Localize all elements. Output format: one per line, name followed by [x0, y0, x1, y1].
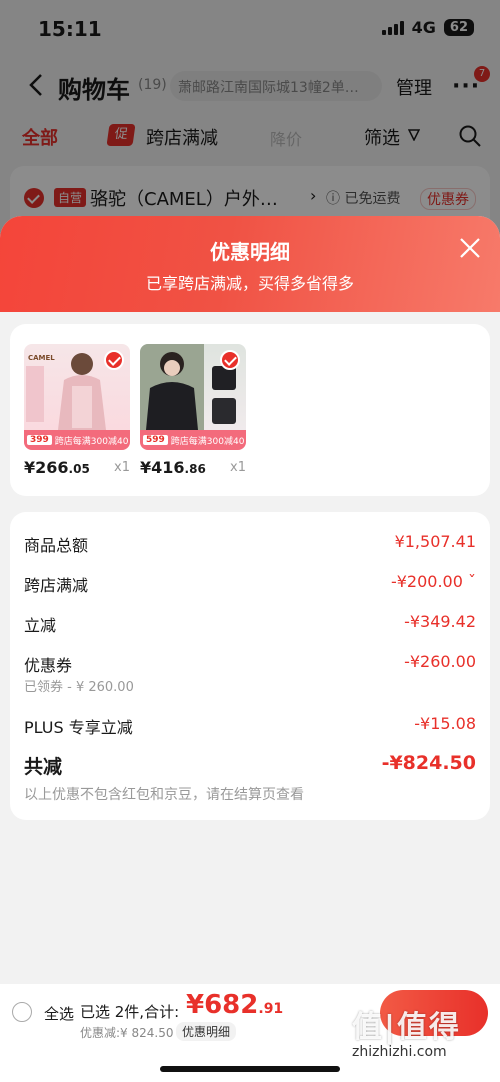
row-subtext: 已领券 - ¥ 260.00 [24, 680, 134, 695]
goods-card: CAMEL 399 跨店每满300减40 ¥266.05 x1 599 跨店每满30… [10, 324, 490, 496]
product-quantity: x1 [114, 460, 130, 475]
select-all-label[interactable]: 全选 [44, 1003, 74, 1024]
product-checkbox[interactable] [104, 350, 124, 370]
discount-detail-sheet: 优惠明细 已享跨店满减，买得多省得多 CAMEL 399 跨店每满300减40 ¥… [0, 216, 500, 984]
total-decimal: .91 [258, 1001, 284, 1017]
close-icon[interactable] [458, 236, 482, 260]
row-label: 共减 [24, 756, 63, 778]
row-value: -¥15.08 [414, 714, 476, 733]
row-label: PLUS 专享立减 [24, 718, 133, 737]
sheet-title: 优惠明细 [210, 240, 290, 264]
promo-text: 跨店每满300减40 [170, 436, 245, 447]
row-label: 跨店满减 [24, 576, 89, 595]
row-value: -¥200.00 ˇ [390, 572, 476, 591]
discount-note: 以上优惠不包含红包和京豆，请在结算页查看 [24, 787, 304, 803]
row-label: 优惠券 [24, 656, 73, 675]
product-checkbox[interactable] [220, 350, 240, 370]
product-item[interactable]: 599 跨店每满300减40 ¥416.86 x1 [140, 344, 246, 477]
price-integer: ¥416 [140, 458, 185, 477]
home-indicator [160, 1066, 340, 1072]
product-price: ¥416.86 [140, 458, 206, 477]
row-value: -¥349.42 [404, 612, 476, 631]
watermark-logo: 值|值得 [352, 1010, 461, 1045]
promo-price: 599 [143, 435, 168, 445]
discount-breakdown: 商品总额 ¥1,507.41 跨店满减 -¥200.00 ˇ 立减 -¥349.… [10, 512, 490, 820]
sheet-header: 优惠明细 已享跨店满减，买得多省得多 [0, 216, 500, 312]
row-label: 立减 [24, 616, 57, 635]
price-decimal: .05 [68, 462, 90, 476]
product-image: CAMEL 399 跨店每满300减40 [24, 344, 130, 450]
brand-label: CAMEL [28, 354, 55, 362]
discount-summary: 优惠减:¥ 824.50 [80, 1026, 174, 1040]
product-quantity: x1 [230, 460, 246, 475]
promo-price: 399 [27, 435, 52, 445]
total-integer: ¥682 [186, 990, 259, 1020]
product-image: 599 跨店每满300减40 [140, 344, 246, 450]
row-value: -¥824.50 [381, 752, 476, 774]
row-value: -¥260.00 [404, 652, 476, 671]
total-price: ¥682.91 [186, 990, 283, 1020]
row-label: 商品总额 [24, 536, 89, 555]
watermark-url: zhizhizhi.com [352, 1044, 447, 1060]
row-value: ¥1,507.41 [394, 532, 476, 551]
promo-text: 跨店每满300减40 [54, 436, 129, 447]
checkout-bar: 全选 已选 2件,合计: ¥682.91 优惠减:¥ 824.50 优惠明细 值… [0, 984, 500, 1082]
promo-strip: 599 跨店每满300减40 [140, 430, 246, 450]
select-all-radio[interactable] [12, 1002, 32, 1022]
discount-detail-button[interactable]: 优惠明细 [176, 1022, 237, 1041]
product-item[interactable]: CAMEL 399 跨店每满300减40 ¥266.05 x1 [24, 344, 130, 477]
price-integer: ¥266 [24, 458, 69, 477]
selected-summary: 已选 2件,合计: [80, 1003, 180, 1021]
promo-strip: 399 跨店每满300减40 [24, 430, 130, 450]
price-decimal: .86 [184, 462, 206, 476]
product-price: ¥266.05 [24, 458, 90, 477]
sheet-subtitle: 已享跨店满减，买得多省得多 [145, 274, 354, 293]
